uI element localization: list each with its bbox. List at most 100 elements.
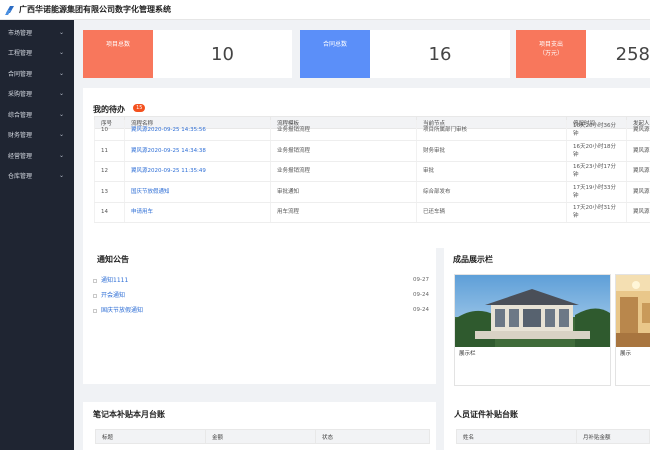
stat-label: 项目总数 <box>105 41 130 48</box>
top-bar: 广西华诺能源集团有限公司数字化管理系统 <box>0 0 650 20</box>
notice-date: 09-24 <box>413 306 429 313</box>
chevron-down-icon: ⌄ <box>58 110 64 118</box>
todo-table-body: 10 翼风源2020-09-25 14:35:56 业务报销流程 项目所属部门审… <box>94 120 650 223</box>
bullet-icon <box>93 278 97 283</box>
process-template: 业务报销流程 <box>270 140 417 162</box>
stat-label: 项目支出 <box>538 41 563 48</box>
stat-value: 16 <box>428 43 452 65</box>
process-template: 审批通知 <box>270 181 417 203</box>
column-header: 金额 <box>205 429 316 444</box>
row-number: 13 <box>94 181 125 203</box>
column-header: 姓名 <box>456 429 577 444</box>
sidebar-item-label: 合同管理 <box>8 70 33 78</box>
table-row[interactable]: 14 申请用车 用车流程 已还车辆 17天20小时31分钟 翼风源 <box>94 202 650 223</box>
stat-tag: 合同总数 <box>300 30 370 78</box>
building-image <box>455 275 610 347</box>
process-name-link[interactable]: 翼风源2020-09-25 14:35:56 <box>131 127 206 133</box>
stat-label: 合同总数 <box>322 41 347 48</box>
table-header-row: 姓名 月补贴金额 <box>456 429 650 444</box>
chevron-down-icon: ⌄ <box>58 49 64 57</box>
notebook-table: 标题 金额 状态 <box>95 429 430 444</box>
column-header: 标题 <box>95 429 206 444</box>
sidebar-item-market[interactable]: 市场管理 ⌄ <box>0 22 74 43</box>
cert-title: 人员证件补贴台账 <box>454 410 518 419</box>
table-row[interactable]: 11 翼风源2020-09-25 14:34:38 业务报销流程 财务审批 16… <box>94 140 650 162</box>
sidebar-item-label: 市场管理 <box>8 29 33 37</box>
sidebar-item-label: 仓库管理 <box>8 173 33 181</box>
company-logo-icon <box>5 5 14 15</box>
stat-value: 10 <box>211 43 234 65</box>
chevron-down-icon: ⌄ <box>58 28 64 36</box>
stat-card-expenses[interactable]: 项目支出 （万元） 258 <box>516 30 650 78</box>
showcase-card[interactable]: 展示 <box>615 274 650 386</box>
card-caption: 展示栏 <box>459 351 476 357</box>
sidebar-item-label: 工程管理 <box>8 50 33 58</box>
list-item[interactable]: 国庆节放假通知 09-24 <box>93 302 429 317</box>
sidebar-item-label: 综合管理 <box>8 111 33 119</box>
sidebar-item-operations[interactable]: 经营管理 ⌄ <box>0 145 74 166</box>
stay-time: 17天20小时31分钟 <box>566 202 627 223</box>
bullet-icon <box>93 308 97 313</box>
list-item[interactable]: 开会通知 09-24 <box>93 287 429 302</box>
stay-time: 16天20小时36分钟 <box>566 120 627 141</box>
process-name-link[interactable]: 翼风源2020-09-25 14:34:38 <box>131 148 206 154</box>
sidebar-item-general[interactable]: 综合管理 ⌄ <box>0 104 74 125</box>
card-caption: 展示 <box>620 351 632 357</box>
chevron-down-icon: ⌄ <box>58 131 64 139</box>
initiator: 翼风源 <box>626 161 650 182</box>
list-item[interactable]: 通知1111 09-27 <box>93 272 429 287</box>
current-node: 综合部发布 <box>416 181 567 203</box>
row-number: 14 <box>94 202 125 223</box>
showcase-card[interactable]: 展示栏 <box>454 274 611 386</box>
table-row[interactable]: 12 翼风源2020-09-25 11:35:49 业务报销流程 审批 16天2… <box>94 161 650 182</box>
sidebar-item-engineering[interactable]: 工程管理 ⌄ <box>0 43 74 64</box>
table-row[interactable]: 10 翼风源2020-09-25 14:35:56 业务报销流程 项目所属部门审… <box>94 120 650 141</box>
stay-time: 16天23小时17分钟 <box>566 161 627 182</box>
column-header: 月补贴金额 <box>576 429 650 444</box>
app-title: 广西华诺能源集团有限公司数字化管理系统 <box>19 5 171 14</box>
column-header: 状态 <box>315 429 430 444</box>
stat-tag: 项目支出 （万元） <box>516 30 586 78</box>
sidebar: 市场管理 ⌄ 工程管理 ⌄ 合同管理 ⌄ 采购管理 ⌄ 综合管理 ⌄ 财务管理 ⌄ 经营管理… <box>0 20 74 450</box>
current-node: 已还车辆 <box>416 202 567 223</box>
chevron-down-icon: ⌄ <box>58 90 64 98</box>
table-header-row: 标题 金额 状态 <box>95 429 430 444</box>
notice-date: 09-24 <box>413 291 429 298</box>
main-content: 项目总数 10 合同总数 16 项目支出 （万元） 258 我的待办 15 序号… <box>74 20 650 450</box>
stat-value: 258 <box>615 43 650 65</box>
sidebar-item-label: 经营管理 <box>8 152 33 160</box>
chevron-down-icon: ⌄ <box>58 172 64 180</box>
interior-image <box>616 275 650 347</box>
row-number: 11 <box>94 140 125 162</box>
notice-date: 09-27 <box>413 276 429 283</box>
todo-title: 我的待办 <box>93 105 125 114</box>
todo-panel: 我的待办 15 序号 流程名称 流程模板 当前节点 停留时间 发起人 10 翼风… <box>83 88 650 248</box>
notice-link[interactable]: 国庆节放假通知 <box>101 307 143 314</box>
table-row[interactable]: 13 国庆节放假通知 审批通知 综合部发布 17天19小时33分钟 翼风源 <box>94 181 650 203</box>
stat-card-contracts[interactable]: 合同总数 16 <box>300 30 510 78</box>
cert-panel: 人员证件补贴台账 姓名 月补贴金额 <box>444 402 650 450</box>
stat-tag: 项目总数 <box>83 30 153 78</box>
sidebar-item-procurement[interactable]: 采购管理 ⌄ <box>0 84 74 105</box>
sidebar-item-label: 采购管理 <box>8 91 33 99</box>
chevron-down-icon: ⌄ <box>58 69 64 77</box>
cert-table: 姓名 月补贴金额 <box>456 429 650 444</box>
notice-title: 通知公告 <box>97 255 129 264</box>
initiator: 翼风源 <box>626 140 650 162</box>
process-template: 业务报销流程 <box>270 161 417 182</box>
notice-link[interactable]: 开会通知 <box>101 292 125 299</box>
todo-table-scroll[interactable]: 序号 流程名称 流程模板 当前节点 停留时间 发起人 10 翼风源2020-09… <box>94 116 650 246</box>
process-name-link[interactable]: 申请用车 <box>131 209 153 215</box>
current-node: 审批 <box>416 161 567 182</box>
sidebar-item-contract[interactable]: 合同管理 ⌄ <box>0 63 74 84</box>
process-name-link[interactable]: 翼风源2020-09-25 11:35:49 <box>131 168 206 174</box>
process-name-link[interactable]: 国庆节放假通知 <box>131 189 170 195</box>
sidebar-item-finance[interactable]: 财务管理 ⌄ <box>0 125 74 146</box>
stay-time: 17天19小时33分钟 <box>566 181 627 203</box>
stat-card-projects[interactable]: 项目总数 10 <box>83 30 292 78</box>
chevron-down-icon: ⌄ <box>58 151 64 159</box>
notice-panel: 通知公告 通知1111 09-27 开会通知 09-24 国庆节放假通知 09-… <box>83 242 436 384</box>
notice-link[interactable]: 通知1111 <box>101 277 128 284</box>
sidebar-item-warehouse[interactable]: 仓库管理 ⌄ <box>0 166 74 187</box>
notebook-title: 笔记本补贴本月台账 <box>93 410 165 419</box>
